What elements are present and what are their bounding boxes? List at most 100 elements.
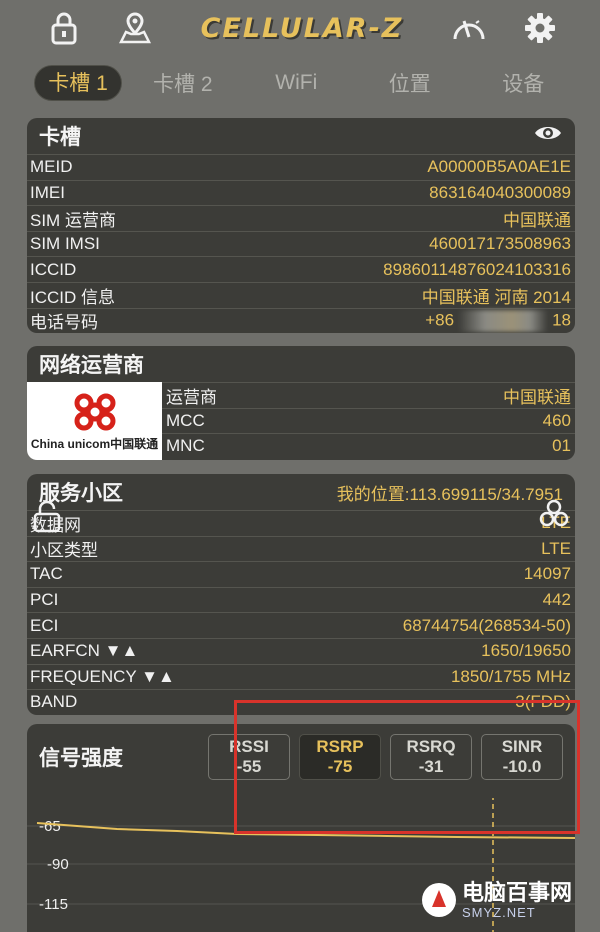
badge-label: RSRQ (406, 737, 456, 756)
sim-panel-header: 卡槽 (27, 118, 575, 154)
sim-row-phone: 电话号码 +86 18 (27, 307, 575, 334)
tab-wifi[interactable]: WiFi (240, 71, 354, 95)
sim-row-meid: MEID A00000B5A0AE1E (27, 154, 575, 180)
signal-panel-header: 信号强度 RSSI -55 RSRP -75 RSRQ -31 SINR -10.0 (27, 724, 575, 786)
row-key: ECI (30, 615, 59, 635)
rssi-badge[interactable]: RSSI -55 (208, 734, 290, 780)
watermark-logo-icon (422, 883, 456, 917)
row-value: 01 (552, 436, 571, 456)
row-value: LTE (541, 538, 571, 558)
my-location: 我的位置:113.699115/34.7951 (336, 484, 563, 504)
badge-value: -55 (236, 757, 262, 776)
sim-row-iccid: ICCID 89860114876024103316 (27, 256, 575, 282)
eye-icon[interactable] (533, 123, 563, 149)
badge-label: RSRP (316, 737, 364, 756)
map-pin-icon[interactable] (115, 8, 155, 48)
network-operator-panel: 网络运营商 China unicom中国联通 运营商 中国联通 MCC 460 MN… (27, 346, 575, 460)
tab-slot-2[interactable]: 卡槽 2 (126, 68, 240, 98)
net-row-mcc: MCC 460 (162, 407, 575, 434)
sim-row-imsi: SIM IMSI 460017173508963 (27, 230, 575, 257)
row-value: 中国联通 河南 2014 (421, 287, 571, 307)
sim-row-iccid-info: ICCID 信息 中国联通 河南 2014 (27, 281, 575, 308)
redacted-blur (458, 309, 549, 332)
unlock-icon[interactable] (30, 500, 64, 534)
tick-label: -65 (39, 818, 61, 835)
network-panel-header: 网络运营商 (27, 346, 575, 382)
badge-value: -75 (327, 757, 353, 776)
sim-row-imei: IMEI 863164040300089 (27, 179, 575, 206)
row-value: +86 18 (425, 309, 571, 332)
gear-icon[interactable] (520, 8, 560, 48)
row-key: ICCID (30, 259, 77, 279)
row-key: MCC (166, 410, 205, 430)
watermark-title: 电脑百事网 (462, 879, 573, 905)
row-value: 3(FDD) (515, 692, 571, 712)
row-key: IMEI (30, 182, 65, 202)
row-value: 1850/1755 MHz (450, 666, 571, 686)
network-rows: 运营商 中国联通 MCC 460 MNC 01 (162, 382, 575, 460)
top-bar: CELLULAR-Z (0, 0, 600, 56)
cell-row-data-network: 数据网 LTE (27, 510, 575, 536)
rsrp-series-line (36, 822, 575, 839)
net-row-operator: 运营商 中国联通 (162, 382, 575, 408)
watermark: 电脑百事网 SMYZ.NET (420, 872, 600, 928)
row-key: 小区类型 (30, 541, 98, 561)
badge-label: RSSI (229, 737, 269, 756)
serving-cell-panel: 服务小区 我的位置:113.699115/34.7951 数据网 LTE 小区类型… (27, 474, 575, 715)
row-value: 中国联通 (503, 387, 571, 407)
row-value: 14097 (523, 564, 571, 584)
net-row-mnc: MNC 01 (162, 433, 575, 459)
cell-row-tac: TAC 14097 (27, 561, 575, 587)
tab-device[interactable]: 设备 (467, 68, 581, 98)
tick-label: -90 (47, 856, 69, 873)
badge-label: SINR (501, 737, 543, 756)
speedometer-icon[interactable] (449, 8, 489, 48)
tick-label: -115 (39, 896, 68, 913)
tab-bar: 卡槽 1 卡槽 2 WiFi 位置 设备 (0, 60, 600, 106)
cell-row-frequency[interactable]: FREQUENCY ▼▲ 1850/1755 MHz (27, 663, 575, 690)
app-logo: CELLULAR-Z (200, 12, 404, 44)
row-key: MNC (166, 436, 205, 456)
row-key: ICCID 信息 (30, 287, 115, 307)
cell-row-cell-type: 小区类型 LTE (27, 535, 575, 562)
lock-icon[interactable] (44, 8, 84, 48)
row-value: 442 (542, 590, 571, 610)
row-key: FREQUENCY ▼▲ (30, 666, 175, 686)
row-key: PCI (30, 590, 59, 610)
cell-row-eci: ECI 68744754(268534-50) (27, 612, 575, 638)
row-value: 460 (542, 410, 571, 430)
cell-row-band: BAND 3(FDD) (27, 689, 575, 715)
logo-caption: China unicom中国联通 (30, 436, 159, 451)
phone-suffix: 18 (552, 310, 571, 330)
row-key: SIM 运营商 (30, 210, 116, 230)
tab-slot-1[interactable]: 卡槽 1 (34, 65, 122, 101)
row-value: 460017173508963 (429, 234, 571, 254)
watermark-subtitle: SMYZ.NET (462, 904, 536, 920)
sim-card-panel: 卡槽 MEID A00000B5A0AE1E IMEI 86316404030008… (27, 118, 575, 334)
row-value: 863164040300089 (429, 182, 571, 202)
network-body: China unicom中国联通 运营商 中国联通 MCC 460 MNC 01 (27, 382, 575, 460)
badge-value: -10.0 (502, 757, 542, 776)
row-value: 1650/19650 (481, 641, 571, 661)
row-value: 89860114876024103316 (383, 259, 571, 279)
sinr-badge[interactable]: SINR -10.0 (481, 734, 563, 780)
cells-icon[interactable] (537, 497, 571, 531)
china-unicom-logo: China unicom中国联通 (27, 382, 162, 460)
rsrp-badge[interactable]: RSRP -75 (299, 734, 381, 780)
row-key: MEID (30, 157, 73, 177)
row-key: 电话号码 (30, 313, 98, 333)
row-value: 68744754(268534-50) (402, 615, 571, 635)
rsrq-badge[interactable]: RSRQ -31 (390, 734, 472, 780)
sim-panel-title: 卡槽 (39, 126, 81, 149)
network-panel-title: 网络运营商 (39, 354, 144, 377)
row-value: 中国联通 (503, 210, 571, 230)
signal-panel-title: 信号强度 (39, 747, 123, 770)
row-key: SIM IMSI (30, 234, 100, 254)
tab-location[interactable]: 位置 (353, 68, 467, 98)
row-value: A00000B5A0AE1E (427, 157, 571, 177)
phone-prefix: +86 (425, 310, 455, 330)
row-key: 运营商 (166, 387, 217, 407)
cell-row-earfcn[interactable]: EARFCN ▼▲ 1650/19650 (27, 637, 575, 664)
row-key: EARFCN ▼▲ (30, 641, 139, 661)
row-key: BAND (30, 692, 78, 712)
